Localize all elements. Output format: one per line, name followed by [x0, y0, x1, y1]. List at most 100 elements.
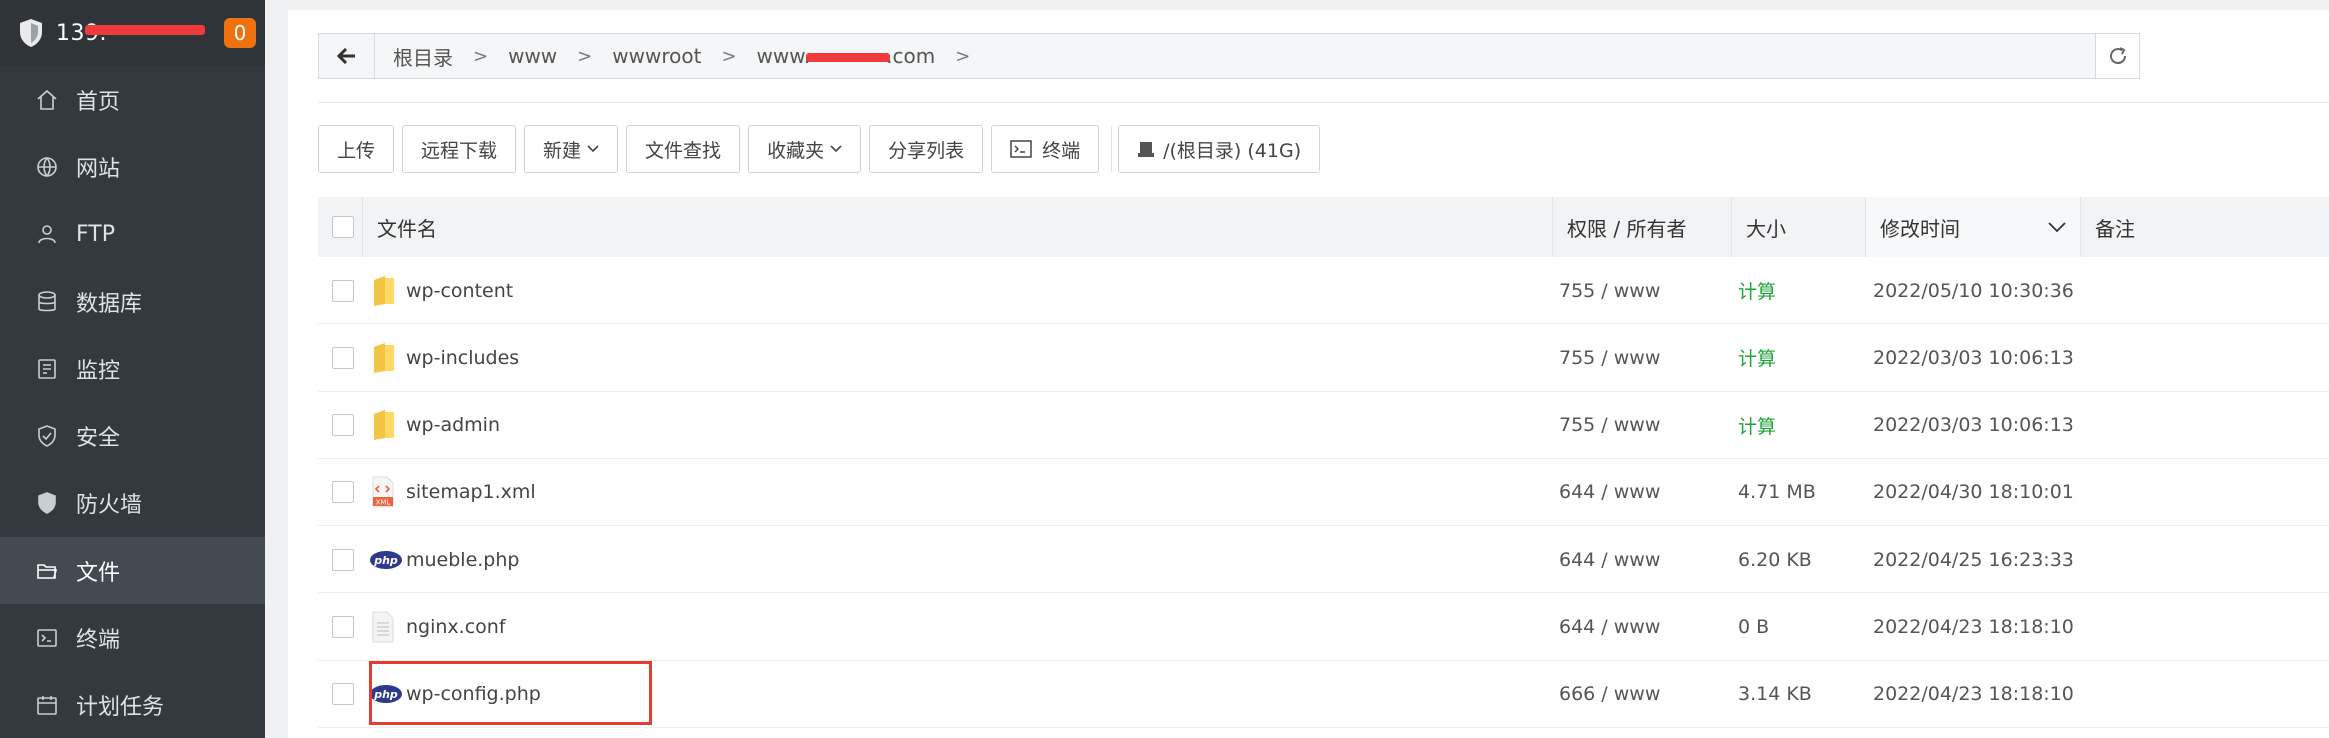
- site-prefix: www.: [756, 44, 811, 68]
- sidebar-item-home[interactable]: 首页: [0, 66, 265, 133]
- ftp-icon: [34, 221, 60, 247]
- table-row[interactable]: XML sitemap1.xml 644 / www 4.71 MB 2022/04/3…: [318, 459, 2329, 527]
- header-size[interactable]: 大小: [1731, 197, 1821, 257]
- perm-cell: 644 / www: [1559, 593, 1660, 660]
- file-name-cell[interactable]: wp-content: [406, 257, 513, 324]
- file-name[interactable]: mueble.php: [406, 549, 519, 571]
- favorites-dropdown[interactable]: 收藏夹: [748, 125, 862, 173]
- file-name[interactable]: wp-content: [406, 280, 513, 302]
- sidebar-item-label: 监控: [76, 358, 121, 384]
- file-size: 3.14 KB: [1738, 683, 1812, 706]
- header-note[interactable]: 备注: [2080, 197, 2329, 257]
- perm-owner[interactable]: 755 / www: [1559, 347, 1660, 369]
- file-name[interactable]: wp-includes: [406, 347, 519, 369]
- perm-owner[interactable]: 666 / www: [1559, 683, 1660, 705]
- server-header: 139. 0: [0, 0, 265, 66]
- sidebar-item-firewall[interactable]: 防火墙: [0, 470, 265, 537]
- header-mtime[interactable]: 修改时间: [1865, 197, 2080, 257]
- back-button[interactable]: [319, 34, 375, 78]
- remote-download-button[interactable]: 远程下载: [402, 125, 517, 173]
- sidebar-item-cron[interactable]: 计划任务: [0, 672, 265, 738]
- disk-icon: [1138, 142, 1155, 157]
- file-name-cell[interactable]: wp-includes: [406, 324, 519, 391]
- select-all-cell: [332, 197, 354, 257]
- file-search-button[interactable]: 文件查找: [626, 125, 741, 173]
- sidebar-item-security[interactable]: 安全: [0, 402, 265, 469]
- table-row[interactable]: wp-includes 755 / www 计算 2022/03/03 10:06:1…: [318, 324, 2329, 392]
- breadcrumb-site[interactable]: www. .com: [749, 44, 944, 68]
- size-cell: 4.71 MB: [1738, 459, 1816, 526]
- file-name[interactable]: nginx.conf: [406, 616, 506, 638]
- calculate-size-link[interactable]: 计算: [1738, 277, 1776, 304]
- chevron-right-icon: >: [473, 45, 489, 67]
- sidebar-menu: 首页 网站 FTP 数据库 监控 安全 防火墙 文件 终端 计划任务: [0, 66, 265, 738]
- row-checkbox[interactable]: [332, 346, 354, 369]
- mtime-cell: 2022/03/03 10:06:13: [1873, 392, 2074, 459]
- sidebar-item-ftp[interactable]: FTP: [0, 201, 265, 268]
- row-checkbox[interactable]: [332, 615, 354, 638]
- perm-owner[interactable]: 644 / www: [1559, 616, 1660, 638]
- breadcrumb-www[interactable]: www: [500, 44, 565, 68]
- file-name[interactable]: wp-admin: [406, 414, 500, 436]
- upload-button[interactable]: 上传: [318, 125, 395, 173]
- share-list-button[interactable]: 分享列表: [869, 125, 984, 173]
- sidebar-item-monitor[interactable]: 监控: [0, 335, 265, 402]
- file-manager-panel: 根目录 > www > wwwroot > www. .com > 上传 远程下载…: [288, 10, 2329, 738]
- perm-owner[interactable]: 755 / www: [1559, 414, 1660, 436]
- calculate-size-link[interactable]: 计算: [1738, 412, 1776, 439]
- toolbar-separator: [1111, 126, 1113, 172]
- perm-owner[interactable]: 755 / www: [1559, 280, 1660, 302]
- mtime-cell: 2022/04/25 16:23:33: [1873, 526, 2074, 593]
- path-bar: 根目录 > www > wwwroot > www. .com >: [318, 33, 2140, 79]
- file-name[interactable]: sitemap1.xml: [406, 481, 536, 503]
- disk-button[interactable]: /(根目录) (41G): [1118, 125, 1321, 173]
- monitor-icon: [34, 356, 60, 382]
- sidebar-item-label: 数据库: [76, 291, 143, 317]
- chevron-down-icon: [2048, 222, 2066, 233]
- row-checkbox[interactable]: [332, 548, 354, 571]
- header-mtime-label: 修改时间: [1880, 216, 1960, 241]
- sidebar-item-website[interactable]: 网站: [0, 133, 265, 200]
- row-checkbox[interactable]: [332, 481, 354, 504]
- redaction-mark: [85, 25, 205, 35]
- sidebar-item-files[interactable]: 文件: [0, 537, 265, 605]
- size-cell: 6.20 KB: [1738, 526, 1812, 593]
- header-name[interactable]: 文件名: [362, 197, 1110, 257]
- svg-text:XML: XML: [376, 499, 391, 507]
- terminal-button[interactable]: 终端: [991, 125, 1100, 173]
- notification-badge[interactable]: 0: [224, 18, 256, 48]
- database-icon: [34, 289, 60, 315]
- table-row[interactable]: wp-admin 755 / www 计算 2022/03/03 10:06:13: [318, 392, 2329, 459]
- sidebar-item-label: 文件: [76, 560, 121, 586]
- select-all-checkbox[interactable]: [332, 216, 354, 238]
- terminal-label: 终端: [1042, 139, 1081, 162]
- table-row[interactable]: php mueble.php 644 / www 6.20 KB 2022/04/25 …: [318, 526, 2329, 594]
- file-size: 0 B: [1738, 615, 1770, 638]
- perm-owner[interactable]: 644 / www: [1559, 549, 1660, 571]
- header-perm[interactable]: 权限 / 所有者: [1552, 197, 1730, 257]
- sidebar-item-label: 网站: [76, 156, 121, 182]
- row-checkbox[interactable]: [332, 414, 354, 437]
- mtime-cell: 2022/04/23 18:18:10: [1873, 661, 2074, 728]
- sidebar: 139. 0 首页 网站 FTP 数据库 监控 安全 防火墙 文件 终端 计划任…: [0, 0, 265, 738]
- globe-icon: [34, 154, 60, 180]
- new-dropdown[interactable]: 新建: [524, 125, 619, 173]
- row-select-cell: [332, 459, 354, 526]
- file-name-cell[interactable]: sitemap1.xml: [406, 459, 536, 526]
- row-checkbox[interactable]: [332, 683, 354, 706]
- file-name-cell[interactable]: nginx.conf: [406, 593, 506, 660]
- calculate-size-link[interactable]: 计算: [1738, 344, 1776, 371]
- sidebar-item-label: 防火墙: [76, 493, 143, 519]
- perm-owner[interactable]: 644 / www: [1559, 481, 1660, 503]
- table-row[interactable]: wp-content 755 / www 计算 2022/05/10 10:30:36: [318, 257, 2329, 325]
- sidebar-item-terminal[interactable]: 终端: [0, 604, 265, 671]
- refresh-button[interactable]: [2095, 34, 2139, 78]
- perm-cell: 755 / www: [1559, 324, 1660, 391]
- breadcrumb-wwwroot[interactable]: wwwroot: [604, 44, 709, 68]
- file-name-cell[interactable]: wp-admin: [406, 392, 500, 459]
- table-row[interactable]: nginx.conf 644 / www 0 B 2022/04/23 18:18:1…: [318, 593, 2329, 661]
- sidebar-item-database[interactable]: 数据库: [0, 268, 265, 335]
- row-checkbox[interactable]: [332, 279, 354, 302]
- breadcrumb-root[interactable]: 根目录: [385, 42, 461, 71]
- file-name-cell[interactable]: mueble.php: [406, 526, 519, 593]
